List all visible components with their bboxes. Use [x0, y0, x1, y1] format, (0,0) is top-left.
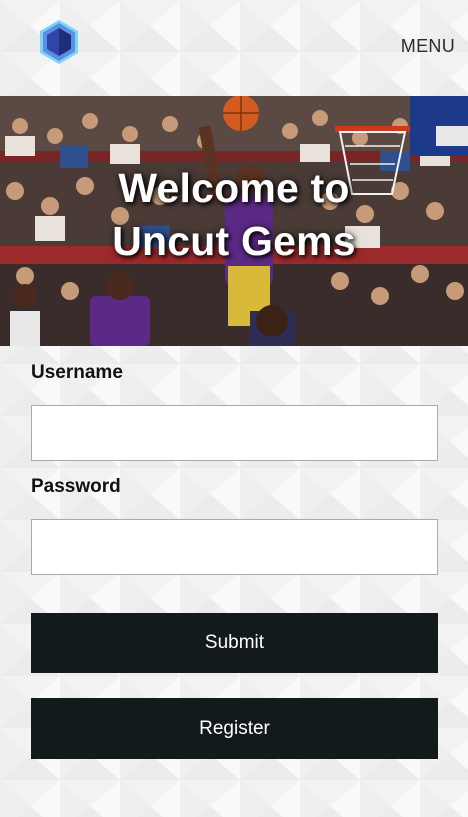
hero-banner: Welcome to Uncut Gems [0, 96, 468, 346]
submit-button[interactable]: Submit [31, 613, 438, 673]
site-header: MENU [0, 0, 468, 96]
password-label: Password [31, 476, 121, 497]
password-input[interactable] [31, 519, 438, 575]
register-button[interactable]: Register [31, 698, 438, 759]
hexagon-cube-logo-icon[interactable] [40, 20, 78, 64]
menu-button[interactable]: MENU [401, 36, 455, 57]
login-form: Username Password Submit Register [31, 360, 438, 759]
username-input[interactable] [31, 405, 438, 461]
hero-title-line-1: Welcome to [118, 165, 350, 211]
hero-title: Welcome to Uncut Gems [0, 162, 468, 268]
hero-title-line-2: Uncut Gems [112, 218, 356, 264]
username-label: Username [31, 362, 123, 383]
